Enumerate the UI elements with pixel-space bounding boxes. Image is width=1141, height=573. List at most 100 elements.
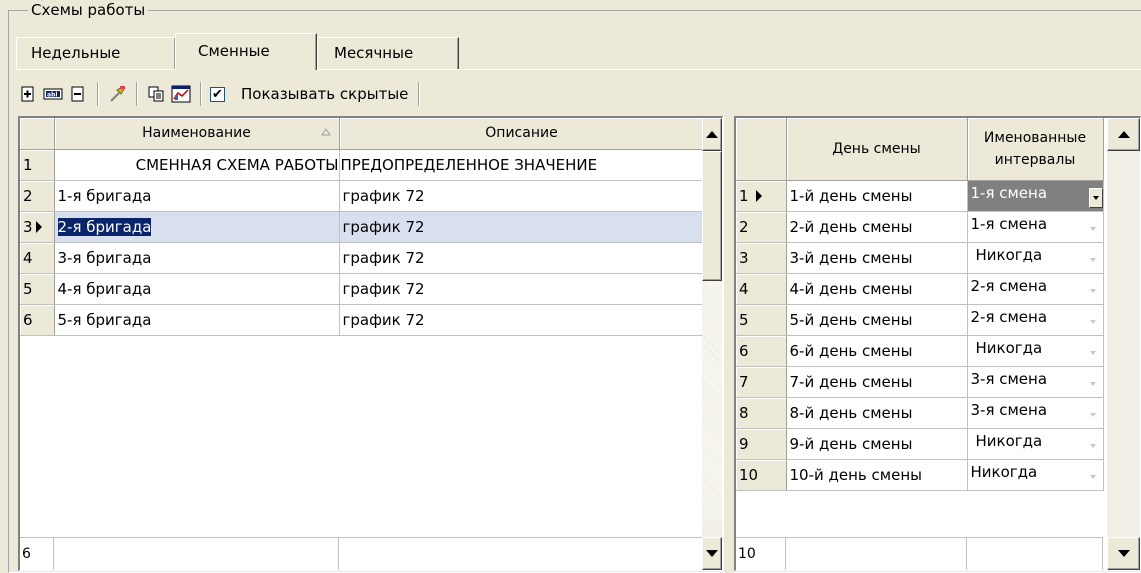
table-row-selected[interactable]: 1 1-й день смены 1-я смена [736, 180, 1104, 212]
scroll-down-button[interactable] [702, 537, 722, 570]
cell-description[interactable]: график 72 [339, 273, 705, 305]
cell-interval-text: 2-я смена [970, 276, 1048, 295]
cell-interval[interactable]: Никогда [967, 459, 1104, 491]
cell-description[interactable]: график 72 [339, 211, 705, 243]
cell-name[interactable]: 1-я бригада [54, 180, 340, 212]
dropdown-arrow-icon[interactable] [1086, 281, 1100, 301]
cell-day[interactable]: 6-й день смены [786, 335, 968, 367]
dropdown-arrow-icon[interactable] [1086, 312, 1100, 332]
cell-day[interactable]: 5-й день смены [786, 304, 968, 336]
cell-description[interactable]: график 72 [339, 242, 705, 274]
column-header-name[interactable]: Наименование [54, 118, 340, 150]
current-row-pointer-icon [35, 221, 42, 233]
table-row[interactable]: 4 4-й день смены 2-я смена [736, 273, 1104, 305]
dropdown-arrow-icon[interactable] [1086, 467, 1100, 487]
table-row[interactable]: 2 2-й день смены 1-я смена [736, 211, 1104, 243]
cell-day[interactable]: 10-й день смены [786, 459, 968, 491]
tab-weekly[interactable]: Недельные [16, 37, 176, 69]
cell-name[interactable]: 4-я бригада [54, 273, 340, 305]
copy-button[interactable] [144, 82, 168, 106]
rename-icon: abl [43, 88, 63, 100]
row-number: 5 [20, 273, 55, 305]
cell-interval[interactable]: Никогда [967, 428, 1104, 460]
cell-interval[interactable]: Никогда [967, 242, 1104, 274]
dropdown-arrow-icon[interactable] [1086, 250, 1100, 270]
cell-interval[interactable]: 1-я смена [967, 180, 1104, 212]
cell-interval[interactable]: 2-я смена [967, 304, 1104, 336]
table-row[interactable]: 8 8-й день смены 3-я смена [736, 397, 1104, 429]
cell-interval[interactable]: 2-я смена [967, 273, 1104, 305]
sort-ascending-icon [320, 128, 331, 136]
arrow-down-icon [706, 550, 718, 557]
group-title: Схемы работы [28, 1, 149, 19]
cell-interval[interactable]: 3-я смена [967, 366, 1104, 398]
tab-monthly[interactable]: Месячные [317, 37, 459, 69]
properties-button[interactable] [105, 82, 129, 106]
cell-interval[interactable]: 1-я смена [967, 211, 1104, 243]
table-row[interactable]: 2 1-я бригада график 72 [20, 180, 705, 212]
footer-count: 6 [20, 538, 54, 570]
column-header-day[interactable]: День смены [786, 118, 968, 181]
vertical-scrollbar[interactable] [1107, 118, 1140, 570]
column-header-intervals[interactable]: Именованные интервалы [967, 118, 1104, 181]
delete-button[interactable] [66, 82, 90, 106]
dropdown-arrow-icon[interactable] [1086, 436, 1100, 456]
cell-day[interactable]: 2-й день смены [786, 211, 968, 243]
cell-interval-text: Никогда [975, 431, 1043, 450]
shift-days-grid: День смены Именованные интервалы 1 1-й д… [734, 116, 1141, 571]
cell-name[interactable]: 2-я бригада [54, 211, 340, 243]
cell-interval[interactable]: 3-я смена [967, 397, 1104, 429]
cell-name[interactable]: 3-я бригада [54, 242, 340, 274]
table-row[interactable]: 7 7-й день смены 3-я смена [736, 366, 1104, 398]
cell-description[interactable]: график 72 [339, 304, 705, 336]
row-number: 9 [736, 428, 787, 460]
cell-day[interactable]: 9-й день смены [786, 428, 968, 460]
add-button[interactable] [16, 82, 40, 106]
cell-interval-text: 1-я смена [970, 183, 1048, 202]
rename-button[interactable]: abl [41, 82, 65, 106]
scroll-thumb[interactable] [702, 151, 722, 281]
table-row[interactable]: 10 10-й день смены Никогда [736, 459, 1104, 491]
table-row[interactable]: 1 СМЕННАЯ СХЕМА РАБОТЫ ПРЕДОПРЕДЕЛЕННОЕ … [20, 149, 705, 181]
dropdown-arrow-icon[interactable] [1086, 343, 1100, 363]
cell-day[interactable]: 8-й день смены [786, 397, 968, 429]
cell-description[interactable]: график 72 [339, 180, 705, 212]
cell-interval[interactable]: Никогда [967, 335, 1104, 367]
cell-name[interactable]: 5-я бригада [54, 304, 340, 336]
dropdown-arrow-icon[interactable] [1086, 374, 1100, 394]
cell-interval-text: 2-я смена [970, 307, 1048, 326]
scroll-up-button[interactable] [702, 118, 722, 151]
show-hidden-checkbox[interactable]: ✔ [210, 86, 225, 102]
chart-button[interactable] [169, 82, 193, 106]
dropdown-arrow-icon[interactable] [1088, 187, 1102, 208]
footer-count: 10 [736, 538, 786, 570]
table-row[interactable]: 5 5-й день смены 2-я смена [736, 304, 1104, 336]
cell-day[interactable]: 7-й день смены [786, 366, 968, 398]
table-row[interactable]: 4 3-я бригада график 72 [20, 242, 705, 274]
column-header-description[interactable]: Описание [339, 118, 705, 150]
panel-splitter[interactable] [723, 116, 734, 573]
dropdown-arrow-icon[interactable] [1086, 405, 1100, 425]
table-row[interactable]: 6 6-й день смены Никогда [736, 335, 1104, 367]
dropdown-arrow-icon[interactable] [1086, 219, 1100, 239]
current-row-pointer-icon [755, 190, 762, 202]
scroll-down-button[interactable] [1107, 537, 1140, 570]
grid-footer: 10 [736, 537, 1103, 570]
table-row-selected[interactable]: 3 2-я бригада график 72 [20, 211, 705, 243]
toolbar-separator [97, 82, 99, 106]
tab-shift[interactable]: Сменные [175, 33, 317, 70]
cell-description[interactable]: ПРЕДОПРЕДЕЛЕННОЕ ЗНАЧЕНИЕ [339, 149, 705, 181]
scroll-track[interactable] [702, 281, 722, 521]
table-row[interactable]: 5 4-я бригада график 72 [20, 273, 705, 305]
vertical-scrollbar[interactable] [702, 118, 722, 570]
table-row[interactable]: 6 5-я бригада график 72 [20, 304, 705, 336]
cell-day[interactable]: 4-й день смены [786, 273, 968, 305]
cell-name-text: 2-я бригада [57, 217, 152, 236]
cell-name[interactable]: СМЕННАЯ СХЕМА РАБОТЫ [54, 149, 340, 181]
cell-day[interactable]: 1-й день смены [786, 180, 968, 212]
table-row[interactable]: 3 3-й день смены Никогда [736, 242, 1104, 274]
scroll-up-button[interactable] [1107, 118, 1140, 151]
table-row[interactable]: 9 9-й день смены Никогда [736, 428, 1104, 460]
cell-day[interactable]: 3-й день смены [786, 242, 968, 274]
toolbar-separator [418, 82, 421, 106]
